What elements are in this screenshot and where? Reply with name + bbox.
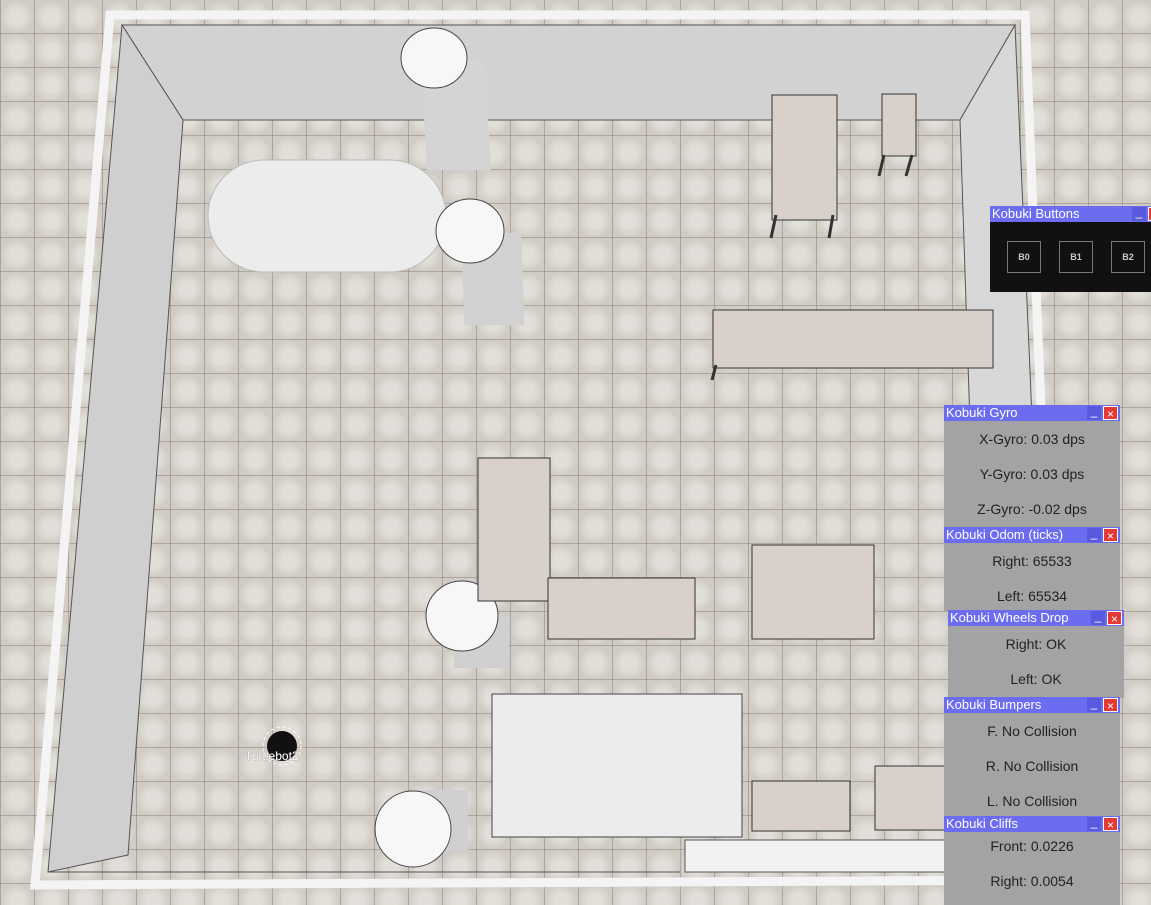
close-icon[interactable]: × bbox=[1103, 817, 1118, 832]
minimize-icon[interactable]: _ bbox=[1087, 697, 1101, 712]
minimize-icon[interactable]: _ bbox=[1087, 405, 1101, 420]
cylinder bbox=[374, 790, 452, 868]
kobuki-button-b1[interactable]: B1 bbox=[1059, 241, 1093, 273]
button-label: B0 bbox=[1018, 252, 1030, 262]
wheels-right: Right: OK bbox=[1005, 636, 1067, 652]
table bbox=[477, 457, 551, 602]
table bbox=[547, 577, 696, 640]
bumper-left: L. No Collision bbox=[986, 793, 1078, 809]
table bbox=[751, 544, 875, 640]
wheels-left: Left: OK bbox=[1010, 671, 1062, 687]
stool bbox=[881, 93, 917, 157]
minimize-icon[interactable]: _ bbox=[1132, 206, 1146, 221]
minimize-icon[interactable]: _ bbox=[1087, 816, 1101, 831]
close-icon[interactable]: × bbox=[1103, 406, 1118, 421]
close-icon[interactable]: × bbox=[1103, 528, 1118, 543]
gyro-y: Y-Gyro: 0.03 dps bbox=[979, 466, 1085, 482]
kobuki-gyro-panel: Kobuki Gyro _ × X-Gyro: 0.03 dps Y-Gyro:… bbox=[944, 405, 1120, 527]
panel-title: Kobuki Buttons bbox=[992, 206, 1080, 221]
kobuki-wheels-drop-panel: Kobuki Wheels Drop _ × Right: OK Left: O… bbox=[948, 610, 1124, 698]
cliff-right: Right: 0.0054 bbox=[990, 873, 1074, 889]
long-table bbox=[712, 309, 994, 369]
kobuki-bumpers-panel: Kobuki Bumpers _ × F. No Collision R. No… bbox=[944, 697, 1120, 817]
panel-title: Kobuki Gyro bbox=[946, 405, 1018, 420]
panel-title: Kobuki Cliffs bbox=[946, 816, 1019, 831]
table bbox=[771, 94, 838, 221]
kobuki-odom-panel: Kobuki Odom (ticks) _ × Right: 65533 Lef… bbox=[944, 527, 1120, 611]
cylinder bbox=[400, 27, 468, 89]
odom-left: Left: 65534 bbox=[996, 588, 1068, 604]
table bbox=[874, 765, 946, 831]
button-label: B2 bbox=[1122, 252, 1134, 262]
kobuki-button-b2[interactable]: B2 bbox=[1111, 241, 1145, 273]
panel-title: Kobuki Wheels Drop bbox=[950, 610, 1069, 625]
cylinder bbox=[435, 198, 505, 264]
kobuki-cliffs-panel: Kobuki Cliffs _ × Front: 0.0226 Right: 0… bbox=[944, 816, 1120, 905]
button-label: B1 bbox=[1070, 252, 1082, 262]
wall-back bbox=[121, 24, 1016, 121]
bumper-front: F. No Collision bbox=[987, 723, 1077, 739]
gyro-z: Z-Gyro: -0.02 dps bbox=[977, 501, 1087, 517]
close-icon[interactable]: × bbox=[1107, 611, 1122, 626]
odom-right: Right: 65533 bbox=[992, 553, 1072, 569]
white-box bbox=[491, 693, 743, 838]
minimize-icon[interactable]: _ bbox=[1091, 610, 1105, 625]
gyro-x: X-Gyro: 0.03 dps bbox=[979, 431, 1085, 447]
close-icon[interactable]: × bbox=[1103, 698, 1118, 713]
cliff-front: Front: 0.0226 bbox=[990, 838, 1074, 854]
bumper-right: R. No Collision bbox=[985, 758, 1079, 774]
table bbox=[751, 780, 851, 832]
robot-label: Turtlebot2 bbox=[245, 749, 299, 763]
panel-title: Kobuki Odom (ticks) bbox=[946, 527, 1064, 542]
panel-titlebar[interactable]: Kobuki Buttons bbox=[990, 206, 1151, 222]
wall-bottom-ledge bbox=[684, 839, 946, 873]
kobuki-button-b0[interactable]: B0 bbox=[1007, 241, 1041, 273]
round-table bbox=[207, 159, 447, 273]
kobuki-buttons-panel: Kobuki Buttons _ × B0 B1 B2 bbox=[990, 206, 1151, 292]
minimize-icon[interactable]: _ bbox=[1087, 527, 1101, 542]
panel-title: Kobuki Bumpers bbox=[946, 697, 1042, 712]
